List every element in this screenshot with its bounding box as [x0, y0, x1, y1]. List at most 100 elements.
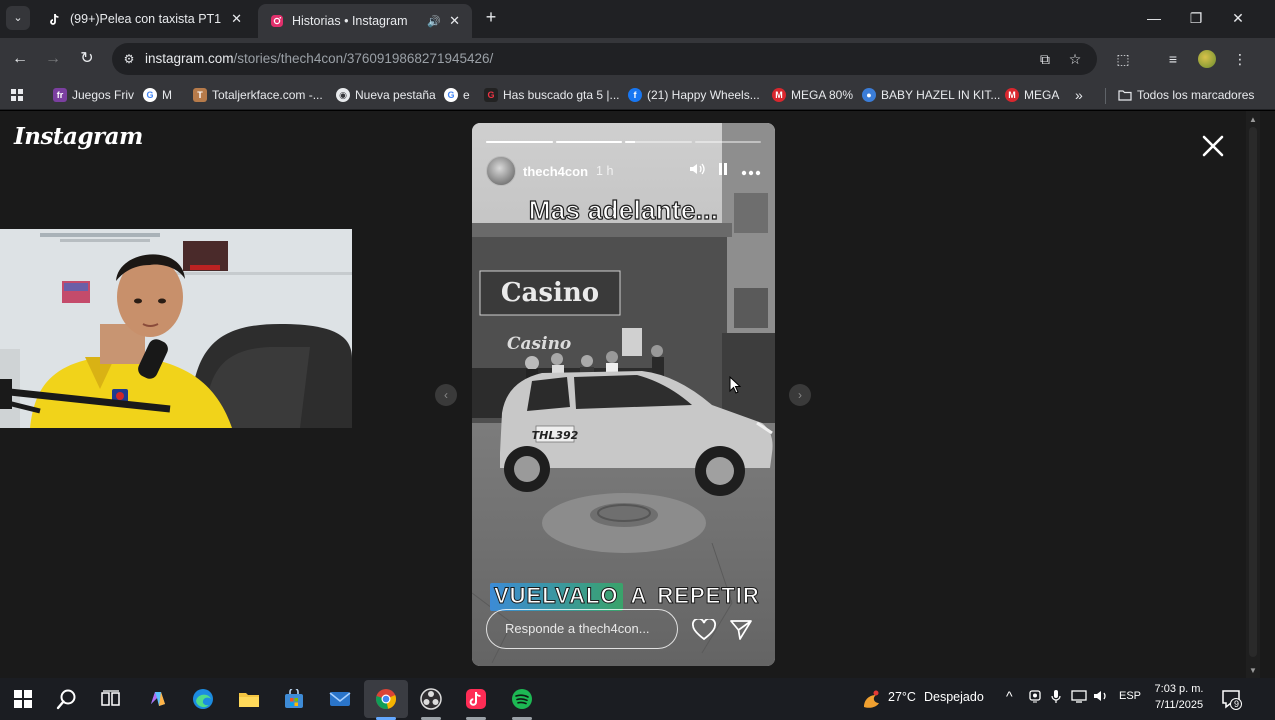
weather-icon[interactable]: [856, 684, 886, 714]
progress-segment: [694, 141, 761, 143]
obs-icon[interactable]: [416, 684, 446, 714]
share-send-icon[interactable]: [729, 619, 753, 641]
bookmark-item[interactable]: Ge: [444, 86, 470, 104]
next-story-button[interactable]: ›: [789, 384, 811, 406]
search-icon[interactable]: [52, 684, 82, 714]
weather-text[interactable]: Despejado: [924, 690, 984, 704]
profile-avatar[interactable]: [1198, 50, 1216, 68]
close-tab-icon[interactable]: ✕: [449, 13, 460, 29]
address-bar[interactable]: ⚙ instagram.com/stories/thech4con/376091…: [112, 43, 1097, 75]
back-button[interactable]: ←: [7, 46, 33, 72]
taskbar: 27°C Despejado ^ ESP 7:03 p. m. 7/11/202…: [0, 678, 1275, 720]
site-icon: G: [484, 88, 498, 102]
tab-tiktok[interactable]: (99+)Pelea con taxista PT1 #clip ✕: [36, 4, 254, 34]
avatar[interactable]: [486, 156, 516, 186]
story-header: thech4con 1 h: [486, 156, 761, 186]
volume-icon[interactable]: [689, 162, 705, 179]
chrome-taskbar-icon[interactable]: [371, 684, 401, 714]
copilot-icon[interactable]: [143, 684, 173, 714]
google-icon: G: [143, 88, 157, 102]
bookmark-item[interactable]: T Totaljerkface.com -...: [193, 86, 323, 104]
tiktok-icon: [48, 12, 62, 26]
webcam-image: [0, 229, 352, 428]
file-explorer-icon[interactable]: [234, 684, 264, 714]
story-viewer[interactable]: Casino Casino THL392 thech4con 1 h Mas a…: [472, 123, 775, 666]
progress-segment: [486, 141, 553, 143]
clock[interactable]: 7:03 p. m. 7/11/2025: [1148, 681, 1210, 713]
story-progress: [486, 141, 761, 143]
windows-start-icon[interactable]: [8, 684, 38, 714]
bookmark-item[interactable]: M MEGA 80%: [772, 86, 853, 104]
bookmark-item[interactable]: f (21) Happy Wheels...: [628, 86, 760, 104]
reply-input[interactable]: Responde a thech4con...: [486, 609, 678, 649]
casino-sign: Casino: [501, 278, 599, 308]
volume-tray-icon[interactable]: [1093, 689, 1109, 706]
spotify-icon[interactable]: [507, 684, 537, 714]
restore-button[interactable]: ❐: [1175, 0, 1217, 36]
clock-date: 7/11/2025: [1154, 699, 1204, 711]
tab-title: (99+)Pelea con taxista PT1 #clip: [70, 12, 223, 26]
close-tab-icon[interactable]: ✕: [231, 11, 242, 27]
apps-icon[interactable]: [10, 86, 24, 104]
close-stories-icon[interactable]: [1198, 131, 1228, 161]
install-app-icon[interactable]: ⧉: [1036, 50, 1054, 68]
story-time: 1 h: [596, 164, 614, 178]
menu-icon[interactable]: ⋮: [1229, 48, 1251, 70]
caption-highlight: VUELVALO: [490, 583, 623, 611]
media-controls-icon[interactable]: ≡: [1162, 48, 1184, 70]
new-tab-button[interactable]: +: [480, 6, 502, 30]
tab-search-button[interactable]: ⌄: [6, 6, 30, 30]
mega-icon: M: [772, 88, 786, 102]
edge-icon[interactable]: [188, 684, 218, 714]
bookmark-item[interactable]: ● BABY HAZEL IN KIT...: [862, 86, 1000, 104]
tiktok-taskbar-icon[interactable]: [461, 684, 491, 714]
folder-icon: [1118, 88, 1132, 102]
store-icon[interactable]: [279, 684, 309, 714]
chrome-icon: ◉: [336, 88, 350, 102]
url-text[interactable]: instagram.com/stories/thech4con/37609198…: [145, 51, 493, 66]
reload-button[interactable]: ↻: [74, 46, 100, 72]
minimize-button[interactable]: —: [1133, 0, 1175, 36]
story-caption-top: Mas adelante...: [528, 194, 719, 225]
bookmark-item[interactable]: fr Juegos Friv: [53, 86, 134, 104]
all-bookmarks-button[interactable]: Todos los marcadores: [1118, 86, 1254, 104]
tab-instagram[interactable]: Historias • Instagram 🔊 ✕: [258, 4, 472, 38]
task-view-icon[interactable]: [96, 684, 126, 714]
story-username[interactable]: thech4con: [523, 164, 588, 179]
casino-sign-small: Casino: [507, 334, 571, 354]
speaker-icon[interactable]: 🔊: [427, 15, 441, 28]
network-icon[interactable]: [1071, 689, 1087, 706]
pause-icon[interactable]: [717, 162, 729, 179]
forward-button[interactable]: →: [40, 46, 66, 72]
progress-segment: [555, 141, 622, 143]
bookmark-item[interactable]: GM: [143, 86, 172, 104]
microphone-icon[interactable]: [1050, 689, 1062, 707]
bookmark-star-icon[interactable]: ☆: [1066, 50, 1084, 68]
language-indicator[interactable]: ESP: [1119, 690, 1141, 702]
extensions-icon[interactable]: ⬚: [1112, 48, 1134, 70]
bookmark-item[interactable]: M MEGA: [1005, 86, 1059, 104]
mail-icon[interactable]: [325, 684, 355, 714]
camera-icon[interactable]: [1028, 689, 1042, 706]
vertical-scrollbar[interactable]: ▲ ▼: [1246, 111, 1260, 678]
close-window-button[interactable]: ✕: [1217, 0, 1259, 36]
bookmark-item[interactable]: G Has buscado gta 5 |...: [484, 86, 620, 104]
instagram-page: Instagram ‹ › Casino Casino THL392 thech…: [0, 111, 1275, 678]
divider: [1105, 88, 1106, 104]
instagram-logo[interactable]: Instagram: [14, 123, 143, 150]
more-options-icon[interactable]: [741, 163, 761, 179]
scroll-up-icon[interactable]: ▲: [1248, 115, 1258, 125]
bookmarks-overflow-button[interactable]: »: [1075, 86, 1083, 104]
screen: ⌄ (99+)Pelea con taxista PT1 #clip ✕ His…: [0, 0, 1275, 720]
site-info-icon[interactable]: ⚙: [120, 50, 138, 68]
friv-icon: fr: [53, 88, 67, 102]
bookmark-item[interactable]: ◉ Nueva pestaña: [336, 86, 436, 104]
like-heart-icon[interactable]: [692, 619, 716, 641]
show-hidden-icons-icon[interactable]: ^: [1006, 688, 1013, 704]
notifications-icon[interactable]: 9: [1220, 688, 1242, 710]
weather-temp[interactable]: 27°C: [888, 690, 916, 704]
scroll-down-icon[interactable]: ▼: [1248, 666, 1258, 676]
previous-story-button[interactable]: ‹: [435, 384, 457, 406]
scrollbar-thumb[interactable]: [1249, 127, 1257, 657]
clock-time: 7:03 p. m.: [1154, 683, 1204, 695]
